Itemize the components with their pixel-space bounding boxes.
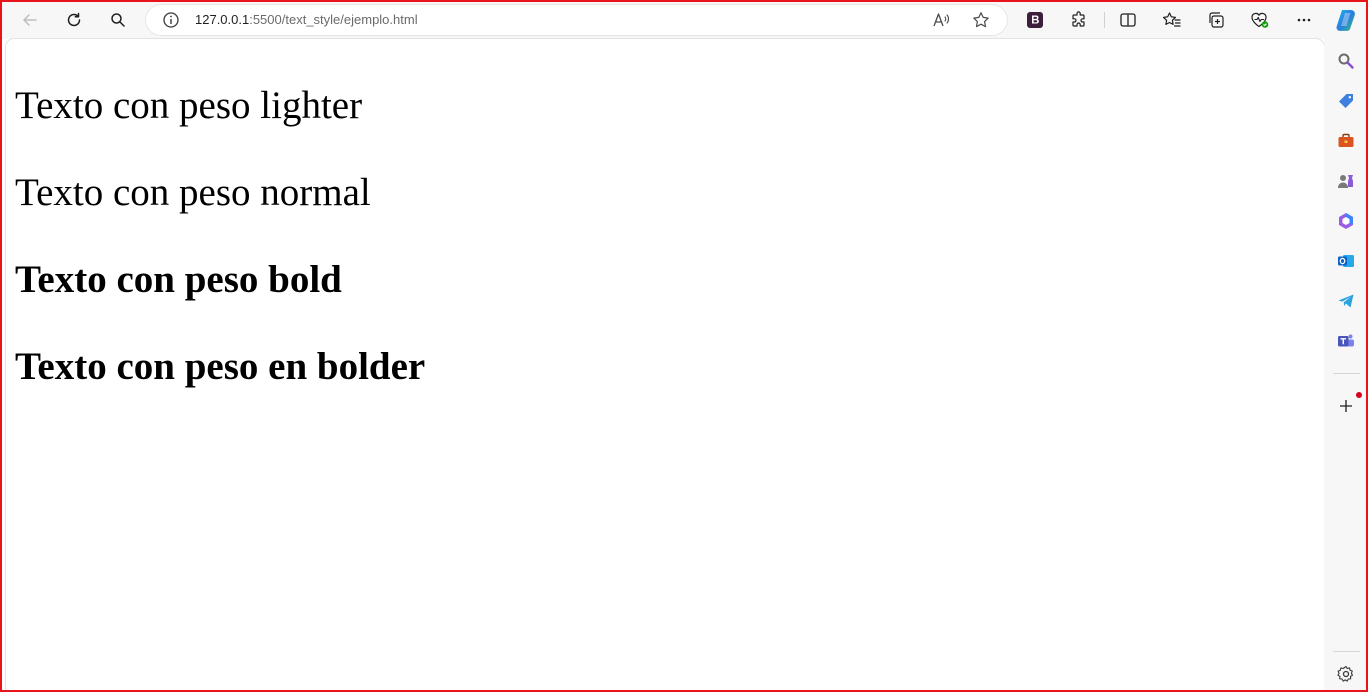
more-button[interactable] [1290, 6, 1318, 34]
copilot-button[interactable] [1332, 6, 1360, 34]
favorites-icon [1163, 12, 1181, 27]
sidebar-teams-button[interactable] [1334, 329, 1358, 353]
search-icon [1338, 53, 1354, 69]
sidebar-games-button[interactable] [1334, 169, 1358, 193]
back-button[interactable] [16, 6, 44, 34]
office-icon [1339, 213, 1353, 229]
tools-icon [1338, 133, 1354, 147]
paragraph-bold: Texto con peso bold [15, 258, 342, 301]
split-screen-icon [1120, 13, 1136, 27]
settings-icon [1337, 665, 1354, 682]
sidebar-settings-button[interactable] [1334, 662, 1358, 686]
collections-button[interactable] [1202, 6, 1230, 34]
paragraph-bolder: Texto con peso en bolder [15, 345, 426, 388]
toolbar-divider [1104, 12, 1105, 28]
split-screen-button[interactable] [1114, 6, 1142, 34]
search-button[interactable] [104, 6, 132, 34]
paragraph-normal: Texto con peso normal [15, 171, 371, 214]
browser-toolbar: 127.0.0.1:5500/text_style/ejemplo.html [0, 0, 1368, 39]
outlook-icon [1338, 255, 1354, 267]
browser-essentials-icon [1251, 12, 1269, 28]
url-text[interactable]: 127.0.0.1:5500/text_style/ejemplo.html [195, 12, 418, 27]
address-bar[interactable]: 127.0.0.1:5500/text_style/ejemplo.html [146, 5, 1007, 35]
add-icon [1340, 400, 1352, 412]
refresh-button[interactable] [60, 6, 88, 34]
page-viewport: Texto con peso lighter Texto con peso no… [6, 39, 1324, 692]
extensions-button[interactable] [1065, 6, 1093, 34]
edge-sidebar [1324, 39, 1368, 692]
read-aloud-icon[interactable] [932, 11, 952, 34]
extensions-icon [1072, 11, 1085, 27]
info-icon[interactable] [162, 11, 180, 34]
sidebar-search-button[interactable] [1334, 49, 1358, 73]
notification-dot [1356, 392, 1362, 398]
sidebar-office-button[interactable] [1334, 209, 1358, 233]
bootstrap-extension-button[interactable] [1021, 6, 1049, 34]
sidebar-divider-bottom [1333, 651, 1360, 652]
favorites-button[interactable] [1158, 6, 1186, 34]
sidebar-shopping-button[interactable] [1334, 89, 1358, 113]
browser-essentials-button[interactable] [1246, 6, 1274, 34]
back-icon [23, 14, 37, 26]
url-path: :5500/text_style/ejemplo.html [249, 12, 418, 27]
more-icon [1297, 18, 1311, 22]
sidebar-divider [1333, 373, 1360, 374]
url-host: 127.0.0.1 [195, 12, 250, 27]
shopping-tag-icon [1339, 94, 1353, 108]
search-icon [111, 13, 125, 27]
paragraph-lighter: Texto con peso lighter [15, 84, 363, 127]
refresh-icon [67, 12, 81, 27]
sidebar-tools-button[interactable] [1334, 129, 1358, 153]
sidebar-outlook-button[interactable] [1334, 249, 1358, 273]
favorite-star-icon[interactable] [972, 11, 990, 34]
sidebar-add-button[interactable] [1334, 394, 1358, 418]
collections-icon [1209, 12, 1224, 28]
bootstrap-extension-icon [1027, 12, 1043, 28]
telegram-icon [1338, 294, 1354, 308]
games-icon [1338, 175, 1353, 188]
sidebar-telegram-button[interactable] [1334, 289, 1358, 313]
copilot-icon [1336, 10, 1355, 31]
teams-icon [1338, 334, 1354, 347]
